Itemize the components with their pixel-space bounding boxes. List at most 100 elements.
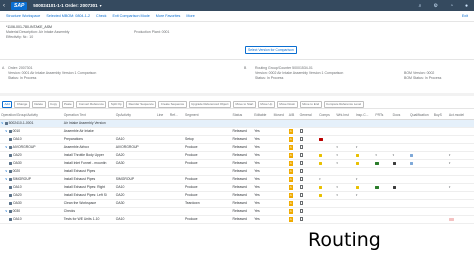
delete-button[interactable]: Delete [31,100,46,108]
dropdown-icon[interactable]: ▾ [336,193,338,197]
dropdown-icon[interactable]: ▾ [336,153,338,157]
dropdown-icon[interactable]: ▾ [356,177,358,181]
convert-reference-button[interactable]: Convert Reference [76,100,107,108]
col-header[interactable]: Segment [183,112,232,120]
inspc-cell [354,207,375,216]
copy-button[interactable]: Copy [47,100,60,108]
expand-chevron-icon[interactable]: ∨ [5,145,8,149]
general-checkbox[interactable] [299,153,304,157]
search-icon[interactable]: ⌕ [419,3,422,9]
dropdown-icon[interactable]: ▾ [336,145,338,149]
compare-reference-button[interactable]: Compare Reference Level [323,100,364,108]
select-version-button[interactable]: Select Version for Comparison [245,46,297,54]
table-row[interactable]: ∨ 0030 Checks Released Yes A [0,207,474,216]
move-to-end-button[interactable]: Move to End [299,100,322,108]
table-row[interactable]: ∨ 0020 Install Exhaust Pipes Released Yes A [0,167,474,176]
move-to-start-button[interactable]: Move to Start [232,100,256,108]
col-header[interactable]: Line [155,112,169,120]
segment-cell: Produce [183,151,232,160]
avatar[interactable]: ● [465,3,468,9]
col-header[interactable]: OpActivity [114,112,156,120]
exit-comparison-button[interactable]: Exit Comparison Mode [112,14,149,18]
expand-chevron-icon[interactable]: ∨ [5,129,8,133]
table-row[interactable]: OA30 Install Inlet Funnel - mountin OA30 Pr… [0,159,474,168]
back-icon[interactable]: ‹ [0,3,8,9]
more-favorites-button[interactable]: More Favorites [156,14,181,18]
settings-icon[interactable]: ⚙ [433,3,437,9]
change-button[interactable]: Change [14,100,30,108]
expand-chevron-icon[interactable]: ∨ [5,169,8,173]
more-menu-button[interactable]: More [186,14,194,18]
general-checkbox[interactable] [299,193,304,197]
table-row[interactable]: OA20 Install Throttle Body Upper OA20 Produ… [0,151,474,160]
col-header[interactable]: Operation Text [62,112,115,120]
selected-mbom-button[interactable]: Selected MBOM: 0804-1-2 [46,14,90,18]
table-row[interactable]: ∨ AIVORGROUP Assemble Airbox AIVORGROUP Prod… [0,143,474,152]
col-header[interactable]: Moved [272,112,288,120]
col-header[interactable]: Editable [253,112,273,120]
col-header[interactable]: Comps [318,112,336,120]
table-row[interactable]: OA10 Tests for WE Units 1-10 OA10 Produce Re… [0,215,474,224]
general-checkbox[interactable] [299,209,304,213]
paste-button[interactable]: Paste [61,100,75,108]
editable-cell: Yes [253,199,273,208]
sap-logo[interactable]: SAP [11,1,28,10]
table-row[interactable]: ∨ 5002410-1-0001 Air Intake Assembly Versi… [0,119,474,128]
col-header[interactable]: Act.model [447,112,474,120]
dropdown-icon[interactable]: ▾ [336,161,338,165]
table-row[interactable]: OA30 Clean the Workspace OA30 Teardown Relea… [0,199,474,208]
col-header[interactable]: BuyS [432,112,448,120]
check-button[interactable]: Check [96,14,106,18]
exit-button[interactable]: Exit [462,14,468,18]
general-checkbox[interactable] [299,145,304,149]
table-row[interactable]: OA10 Install Exhaust Pipes: Right OA10 Prod… [0,183,474,192]
col-header[interactable]: A/B [287,112,299,120]
dropdown-icon[interactable]: ▾ [336,185,338,189]
dropdown-icon[interactable]: ▾ [393,153,395,157]
col-header[interactable]: Insp.C... [354,112,375,120]
move-up-button[interactable]: Move Up [257,100,275,108]
general-checkbox[interactable] [299,201,304,205]
inspc-cell: ▾ [354,175,375,184]
col-header[interactable]: General [298,112,319,120]
general-checkbox[interactable] [299,137,304,141]
general-checkbox[interactable] [299,169,304,173]
dropdown-icon[interactable]: ▾ [356,145,358,149]
table-row[interactable]: ∨ 0010 Assemble Air Intake Released Yes A [0,127,474,136]
col-header[interactable]: Status [231,112,254,120]
reorder-sequence-button[interactable]: Reorder Sequence [126,100,157,108]
dropdown-icon[interactable]: ▾ [449,153,451,157]
dropdown-icon[interactable]: ▾ [449,185,451,189]
table-row[interactable]: OA10 Preparations OA10 Setup Released Yes A [0,135,474,144]
general-checkbox[interactable] [299,161,304,165]
dropdown-icon[interactable]: ▾ [449,161,451,165]
split-op-button[interactable]: Split Op [108,100,125,108]
col-header[interactable]: Qualification [408,112,433,120]
notifications-icon[interactable]: ◔ [450,3,453,9]
expand-chevron-icon[interactable]: ∨ [5,177,8,181]
docs-cell [391,119,409,128]
upgrade-reference-button[interactable]: Upgrade Referenced Object [188,100,231,108]
col-header[interactable]: Ref... [168,112,184,120]
move-down-button[interactable]: Move Down [276,100,298,108]
general-checkbox[interactable] [299,177,304,181]
docs-cell [391,167,409,176]
chevron-down-icon[interactable]: ▾ [100,3,102,8]
dropdown-icon[interactable]: ▾ [319,177,321,181]
table-row[interactable]: OA20 Install Exhaust Pipes: Left Si OA20 Pr… [0,191,474,200]
general-checkbox[interactable] [299,185,304,189]
expand-chevron-icon[interactable]: ∨ [1,121,4,125]
add-button[interactable]: Add [2,100,13,108]
create-sequence-button[interactable]: Create Sequence [158,100,187,108]
table-row[interactable]: ∨ SIMGROUP Install Exhaust Pipes SIMGROUP Pr… [0,175,474,184]
expand-chevron-icon[interactable]: ∨ [5,209,8,213]
dropdown-icon[interactable]: ▾ [375,153,377,157]
col-header[interactable]: PRTs [374,112,392,120]
dropdown-icon[interactable]: ▾ [356,193,358,197]
general-checkbox[interactable] [299,129,304,133]
col-header[interactable]: Wrk.Inst [335,112,355,120]
general-checkbox[interactable] [299,217,304,221]
col-header[interactable]: Docs [391,112,409,120]
structure-workspace-button[interactable]: Structure Workspace [6,14,40,18]
col-header[interactable]: Operation/Group/Activity [0,112,63,120]
